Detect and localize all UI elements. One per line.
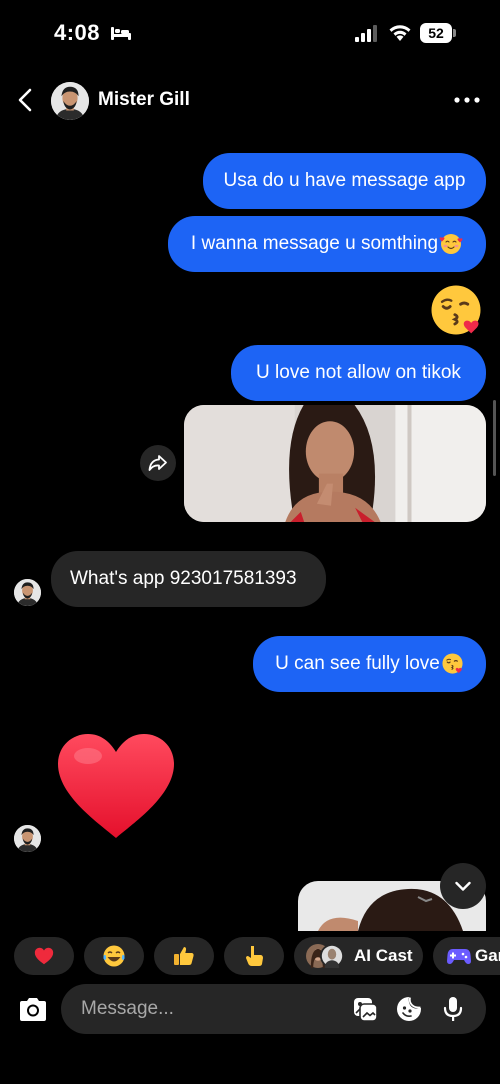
message-text: What's app 923017581393 xyxy=(70,568,297,589)
sender-avatar[interactable] xyxy=(14,579,41,606)
pointing-down-icon xyxy=(246,946,263,966)
photo-message[interactable] xyxy=(184,405,486,522)
bed-icon xyxy=(111,27,131,40)
chevron-down-icon xyxy=(455,881,471,891)
status-bar: 4:08 52 xyxy=(0,0,500,68)
back-icon[interactable] xyxy=(14,86,38,114)
message-text: I wanna message u somthing xyxy=(190,233,439,254)
thumbs-up-icon xyxy=(174,947,194,965)
smiling-face-with-hearts-emoji xyxy=(439,232,463,256)
message-text: U can see fully love xyxy=(275,653,440,674)
games-label: Gam xyxy=(475,946,500,965)
incoming-message[interactable]: What's app 923017581393 xyxy=(51,551,326,607)
outgoing-message[interactable]: I wanna message u somthing xyxy=(168,216,486,272)
sender-avatar[interactable] xyxy=(14,825,41,852)
avatar[interactable] xyxy=(51,82,89,120)
ai-cast-chip[interactable]: AI Cast xyxy=(294,937,423,975)
message-field[interactable] xyxy=(61,984,486,1034)
camera-icon xyxy=(20,998,46,1021)
game-controller-icon xyxy=(447,949,471,964)
scroll-to-bottom-button[interactable] xyxy=(440,863,486,909)
message-text: Usa do u have message app xyxy=(223,170,466,191)
contact-name[interactable]: Mister Gill xyxy=(98,89,190,111)
wifi-icon xyxy=(389,25,411,41)
quick-reaction-laugh[interactable] xyxy=(84,937,144,975)
microphone-icon[interactable] xyxy=(440,996,466,1022)
gallery-icon[interactable] xyxy=(352,996,378,1022)
share-icon xyxy=(148,455,167,471)
battery-tip xyxy=(453,29,456,37)
more-options-icon[interactable] xyxy=(452,90,482,110)
outgoing-message[interactable]: U can see fully love xyxy=(253,636,486,692)
sticker-icon[interactable] xyxy=(396,996,422,1022)
quick-reactions-row: AI Cast Gam xyxy=(0,937,500,975)
share-button[interactable] xyxy=(140,445,176,481)
chat-header: Mister Gill xyxy=(0,70,500,132)
quick-reaction-point[interactable] xyxy=(224,937,284,975)
ai-cast-label: AI Cast xyxy=(354,946,413,965)
signal-icon xyxy=(355,25,377,42)
outgoing-message[interactable]: U love not allow on tikok xyxy=(231,345,486,401)
face-blowing-a-kiss-emoji xyxy=(441,652,464,675)
camera-button[interactable] xyxy=(12,989,54,1031)
battery-icon: 52 xyxy=(420,23,456,43)
ai-cast-avatars xyxy=(306,944,344,968)
quick-reaction-thumbs-up[interactable] xyxy=(154,937,214,975)
games-chip[interactable]: Gam xyxy=(433,937,500,975)
scroll-indicator[interactable] xyxy=(493,400,496,476)
battery-level: 52 xyxy=(420,23,452,43)
quick-reaction-heart[interactable] xyxy=(14,937,74,975)
red-heart-emoji[interactable] xyxy=(52,730,180,842)
outgoing-message[interactable]: Usa do u have message app xyxy=(203,153,486,209)
message-text: U love not allow on tikok xyxy=(256,362,461,383)
face-blowing-a-kiss-emoji[interactable] xyxy=(428,282,484,338)
message-input[interactable] xyxy=(81,984,331,1034)
red-heart-icon xyxy=(34,947,54,965)
tears-of-joy-icon xyxy=(103,945,125,967)
photo-image xyxy=(184,405,486,522)
status-time: 4:08 xyxy=(54,20,101,45)
